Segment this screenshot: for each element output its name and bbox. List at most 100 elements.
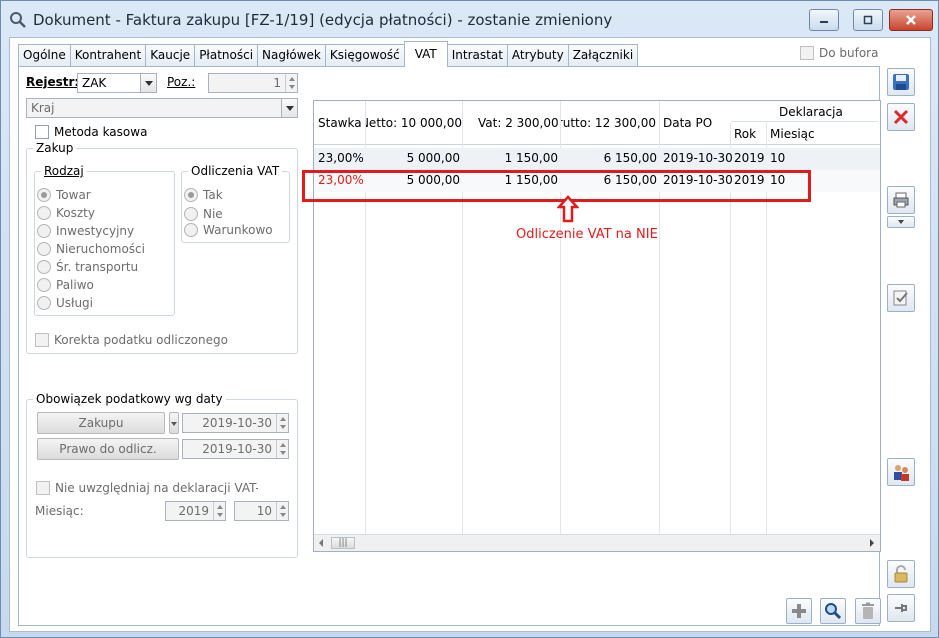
search-button[interactable] (820, 598, 846, 624)
rodzaj-option-sr-transportu[interactable]: Śr. transportu (37, 260, 138, 274)
maximize-icon (863, 15, 873, 25)
radio-button[interactable] (37, 296, 51, 310)
add-button[interactable] (786, 598, 812, 624)
radio-button[interactable] (37, 278, 51, 292)
odliczenia-option-warunkowo[interactable]: Warunkowo (184, 223, 273, 237)
zakupu-date-spinner[interactable] (276, 414, 288, 432)
tab-ksiegowosc[interactable]: Księgowość (324, 44, 405, 67)
header-stawka[interactable]: Stawka (318, 116, 362, 130)
zakupu-button[interactable]: Zakupu (37, 412, 165, 434)
zakupu-dropdown-button[interactable] (169, 412, 179, 434)
radio-button[interactable] (37, 206, 51, 220)
korekta-checkbox[interactable]: Korekta podatku odliczonego (35, 333, 228, 347)
poz-field[interactable]: 1 (208, 73, 298, 93)
print-button[interactable] (887, 186, 915, 214)
tab-bar: Ogólne Kontrahent Kaucje Płatności Nagłó… (18, 41, 639, 67)
tab-naglowek[interactable]: Nagłówek (257, 44, 326, 67)
plus-icon (792, 604, 806, 618)
radio-button[interactable] (37, 188, 51, 202)
tab-zalaczniki[interactable]: Załączniki (567, 44, 639, 67)
rodzaj-option-nieruchomosci[interactable]: Nieruchomości (37, 242, 145, 256)
scroll-right-icon[interactable] (868, 538, 876, 548)
cancel-button[interactable] (887, 103, 915, 131)
poz-spinner[interactable] (285, 74, 297, 92)
print-dropdown-button[interactable] (887, 216, 915, 228)
radio-button[interactable] (184, 207, 198, 221)
odliczenia-group: Odliczenia VAT Tak Nie Warunkowo (181, 164, 290, 243)
radio-button[interactable] (37, 260, 51, 274)
magnifier-icon (10, 12, 26, 28)
zakupu-date: 2019-10-30 (202, 416, 272, 430)
vat-tab-panel: Rejestr: ZAK Poz.: 1 Kraj Metoda kasowa (18, 66, 881, 626)
tab-kaucje[interactable]: Kaucje (145, 44, 196, 67)
tab-vat[interactable]: VAT (403, 41, 448, 67)
unlock-button[interactable] (887, 560, 915, 588)
tab-ogolne[interactable]: Ogólne (18, 44, 71, 67)
horizontal-scrollbar[interactable]: ||| (314, 534, 880, 551)
header-netto-wrap[interactable]: Netto: 10 000,00 (365, 116, 462, 130)
miesiac-rok-field[interactable]: 2019 (165, 501, 226, 521)
chevron-down-icon[interactable] (140, 74, 156, 92)
radio-button[interactable] (37, 224, 51, 238)
cell-vat: 1 150,00 (504, 151, 558, 165)
tab-platnosci[interactable]: Płatności (194, 44, 259, 67)
grid-header: Stawka Netto: 10 000,00 Vat: 2 300,00 Br… (314, 101, 880, 145)
header-miesiac[interactable]: Miesiąc (770, 127, 815, 141)
zakup-title: Zakup (33, 141, 77, 155)
radio-button[interactable] (184, 223, 198, 237)
nie-uwzgledniaj-box[interactable] (36, 481, 50, 495)
rodzaj-title: Rodzaj (41, 164, 87, 178)
scroll-thumb[interactable]: ||| (331, 537, 355, 549)
rodzaj-option-label: Paliwo (56, 278, 94, 292)
save-button[interactable] (887, 68, 915, 96)
rodzaj-option-inwestycyjny[interactable]: Inwestycyjny (37, 224, 134, 238)
rejestr-combo[interactable]: ZAK (77, 73, 157, 93)
scroll-left-icon[interactable] (317, 538, 325, 548)
miesiac-mies-field[interactable]: 10 (234, 501, 289, 521)
chevron-down-icon[interactable] (281, 99, 297, 117)
miesiac-rok-spinner[interactable] (213, 502, 225, 520)
prawo-date-spinner[interactable] (276, 440, 288, 458)
header-brutto-wrap[interactable]: Brutto: 12 300,00 (560, 116, 656, 130)
cell-rok: 2019 (734, 151, 765, 165)
tab-intrastat[interactable]: Intrastat (446, 44, 508, 67)
miesiac-mies-spinner[interactable] (276, 502, 288, 520)
do-bufora-checkbox[interactable]: Do bufora (800, 46, 878, 60)
do-bufora-box[interactable] (800, 46, 814, 60)
header-rok[interactable]: Rok (734, 127, 756, 141)
delete-button[interactable] (855, 598, 881, 624)
prawo-button[interactable]: Prawo do odlicz. (37, 438, 179, 460)
minimize-button[interactable] (809, 9, 839, 31)
rodzaj-option-koszty[interactable]: Koszty (37, 206, 95, 220)
nie-uwzgledniaj-checkbox[interactable]: Nie uwzględniaj na deklaracji VAT-7 (36, 481, 258, 495)
cell-brutto: 6 150,00 (603, 151, 657, 165)
users-button[interactable] (887, 458, 915, 486)
obowiazek-group: Obowiązek podatkowy wg daty Zakupu 2019-… (26, 392, 298, 558)
rodzaj-option-paliwo[interactable]: Paliwo (37, 278, 94, 292)
prawo-date-field[interactable]: 2019-10-30 (182, 439, 289, 459)
tab-kontrahent[interactable]: Kontrahent (69, 44, 147, 67)
odliczenia-option-nie[interactable]: Nie (184, 207, 223, 221)
tab-atrybuty[interactable]: Atrybuty (506, 44, 569, 67)
rodzaj-option-label: Usługi (56, 296, 94, 310)
pin-button[interactable] (887, 594, 915, 622)
header-data-po[interactable]: Data PO (663, 116, 712, 130)
maximize-button[interactable] (853, 9, 883, 31)
kraj-combo[interactable]: Kraj (26, 98, 298, 118)
zakup-group: Zakup Rodzaj Towar Koszty Inwestycyjny N… (26, 141, 298, 354)
metoda-kasowa-checkbox[interactable]: Metoda kasowa (35, 125, 147, 139)
zakupu-date-field[interactable]: 2019-10-30 (182, 413, 289, 433)
korekta-box[interactable] (35, 333, 49, 347)
arrow-up-icon (557, 195, 579, 223)
close-button[interactable] (889, 9, 933, 31)
radio-button[interactable] (184, 188, 198, 202)
header-vat[interactable]: Vat: 2 300,00 (478, 116, 559, 130)
metoda-kasowa-box[interactable] (35, 125, 49, 139)
metoda-kasowa-label: Metoda kasowa (54, 125, 148, 139)
odliczenia-option-tak[interactable]: Tak (184, 188, 223, 202)
rodzaj-option-uslugi[interactable]: Usługi (37, 296, 93, 310)
table-row[interactable]: 23,00% 5 000,00 1 150,00 6 150,00 2019-1… (314, 148, 880, 170)
rodzaj-option-towar[interactable]: Towar (37, 188, 91, 202)
approve-button[interactable] (887, 284, 915, 312)
radio-button[interactable] (37, 242, 51, 256)
